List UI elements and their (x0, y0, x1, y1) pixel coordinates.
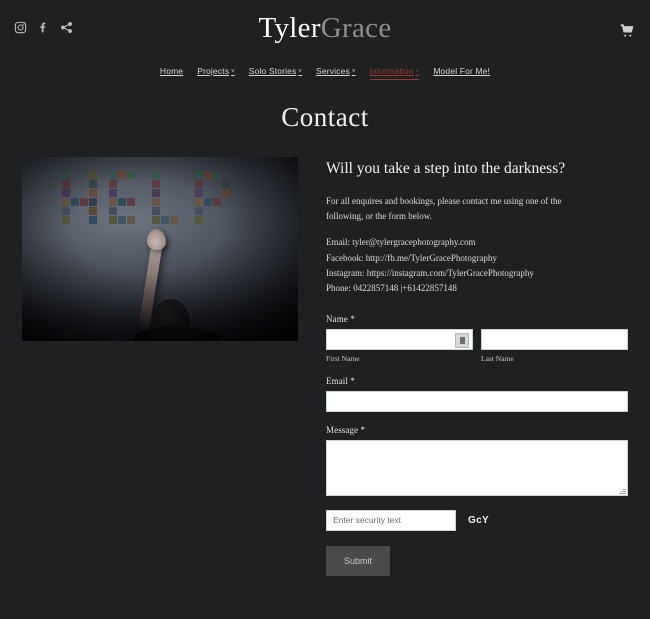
logo-second-word: Grace (320, 12, 392, 44)
first-name-input[interactable] (326, 328, 473, 350)
message-field-label: Message * (326, 424, 366, 435)
intro-paragraph: For all enquires and bookings, please co… (326, 195, 562, 221)
nav-item-model-for-me[interactable]: Model For Me! (433, 66, 490, 79)
contact-line-phone: Phone: 0422857148 |+61422857148 (326, 283, 457, 294)
contact-line-facebook: Facebook: http://fb.me/TylerGracePhotogr… (326, 252, 497, 263)
first-name-sublabel: First Name (326, 353, 360, 363)
content-area: Will you take a step into the darkness? … (0, 133, 650, 576)
logo-first-word: Tyler (258, 12, 321, 44)
captcha-row: GcY (326, 509, 628, 531)
first-name-col: First Name (326, 328, 473, 363)
chevron-down-icon: ˅ (415, 69, 420, 75)
first-name-holder (326, 328, 473, 350)
contact-form: Name * First Name Last Name Email * Mess… (326, 314, 628, 576)
nav-label: Solo Stories (248, 66, 297, 76)
contact-column: Will you take a step into the darkness? … (326, 157, 628, 576)
nav-label: Home (159, 66, 184, 76)
last-name-holder (481, 328, 628, 350)
email-input[interactable] (326, 390, 628, 412)
submit-button[interactable]: Submit (326, 545, 390, 576)
photo-vignette (22, 157, 298, 341)
shopping-cart-icon[interactable] (620, 24, 634, 38)
contact-details-list: Email: tyler@tylergracephotography.com F… (326, 235, 628, 297)
autofill-contact-icon[interactable] (455, 332, 469, 348)
nav-label: Information (369, 66, 414, 76)
section-heading: Will you take a step into the darkness? (326, 160, 566, 177)
site-header: TylerGrace (0, 0, 650, 52)
last-name-input[interactable] (481, 328, 628, 350)
chevron-down-icon: ˅ (298, 69, 303, 75)
last-name-col: Last Name (481, 328, 628, 363)
site-logo[interactable]: TylerGrace (0, 14, 650, 43)
chevron-down-icon: ˅ (231, 69, 235, 75)
contact-line-instagram: Instagram: https://instagram.com/TylerGr… (326, 268, 534, 279)
message-textarea[interactable] (326, 439, 628, 496)
nav-item-services[interactable]: Services ˅ (316, 66, 355, 79)
nav-label: Model For Me! (433, 66, 491, 76)
hero-photo-container (22, 157, 298, 341)
nav-item-home[interactable]: Home (160, 66, 183, 79)
nav-label: Services (316, 66, 350, 76)
security-text-input[interactable] (326, 509, 456, 531)
page-title: Contact (281, 102, 369, 132)
name-field-label: Name * (326, 313, 355, 324)
help-wall-photo (22, 157, 298, 341)
nav-item-solo-stories[interactable]: Solo Stories ˅ (249, 66, 302, 79)
chevron-down-icon: ˅ (351, 69, 356, 75)
main-navigation: Home Projects ˅ Solo Stories ˅ Services ˅ I… (0, 52, 650, 80)
last-name-sublabel: Last Name (481, 353, 514, 363)
nav-item-projects[interactable]: Projects ˅ (197, 66, 235, 79)
nav-item-information[interactable]: Information ˅ (369, 66, 420, 80)
contact-line-email: Email: tyler@tylergracephotography.com (326, 237, 476, 248)
security-code-text: GcY (468, 514, 489, 526)
nav-label: Projects (197, 66, 230, 76)
message-holder (326, 439, 628, 496)
email-field-label: Email * (326, 375, 355, 386)
name-field-row: First Name Last Name (326, 328, 628, 363)
